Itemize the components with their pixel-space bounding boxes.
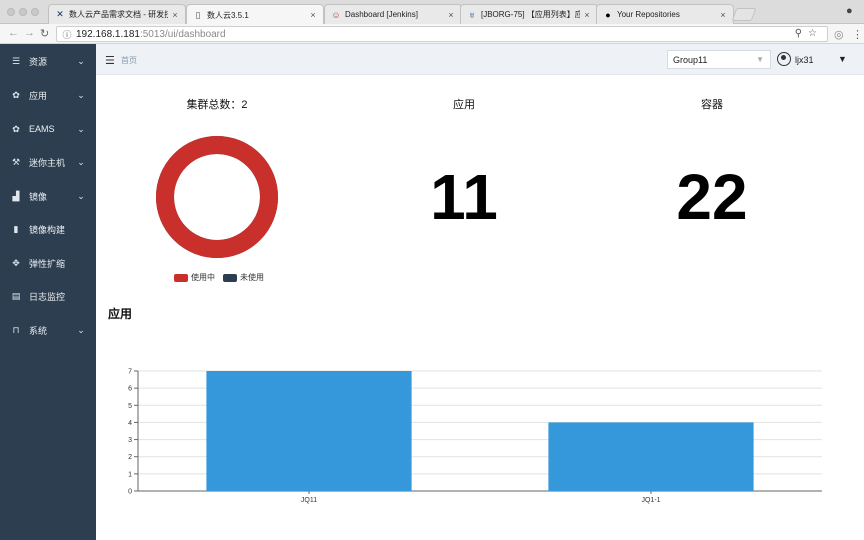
apps-bar-chart: 0 1 2 3 4 5 6 7 JQ11 JQ1-1 <box>128 369 822 504</box>
x-tick-label: JQ1-1 <box>641 497 660 504</box>
browser-tab-active[interactable]: ▯ 数人云3.5.1 × <box>186 4 324 25</box>
window-minimize-button[interactable] <box>19 8 27 16</box>
sidebar-item-images[interactable]: ▟ 镜像 ⌄ <box>0 181 96 211</box>
profile-icon[interactable]: ● <box>846 5 853 17</box>
chevron-down-icon: ⌄ <box>77 324 85 335</box>
key-icon[interactable]: ⚲ <box>795 28 808 39</box>
chevron-down-icon: ⌄ <box>77 55 85 66</box>
browser-tab-bar: ✕ 数人云产品需求文档 - 研发技术部 × ▯ 数人云3.5.1 × ☺ Das… <box>0 0 864 25</box>
window-close-button[interactable] <box>7 8 15 16</box>
sidebar-item-log-monitor[interactable]: ▤ 日志监控 <box>0 281 96 311</box>
cluster-count-title: 集群总数：2 <box>186 99 248 111</box>
chevron-down-icon: ⌄ <box>77 190 85 201</box>
browser-tab[interactable]: ☺ Dashboard [Jenkins] × <box>324 4 462 24</box>
container-stat-title: 容器 <box>701 99 723 111</box>
group-select[interactable]: Group11 ▼ <box>667 50 771 69</box>
close-tab-icon[interactable]: × <box>447 10 455 20</box>
github-icon: ● <box>605 9 611 20</box>
close-tab-icon[interactable]: × <box>583 10 591 20</box>
x-logo-icon: ✕ <box>56 9 64 19</box>
y-tick-label: 4 <box>128 420 132 427</box>
sidebar-item-image-build[interactable]: ▮ 镜像构建 <box>0 214 96 244</box>
browser-tab[interactable]: ♅ [JBORG-75] 【应用列表】应用 × <box>460 4 598 24</box>
sidebar-item-system[interactable]: ⊓ 系统 ⌄ <box>0 315 96 345</box>
apps-icon: ✿ <box>12 123 20 134</box>
app-count-value: 11 <box>430 161 498 233</box>
breadcrumb[interactable]: 首页 <box>121 55 137 66</box>
sidebar-item-apps[interactable]: ✿ 应用 ⌄ <box>0 80 96 110</box>
user-avatar-icon[interactable] <box>777 52 791 66</box>
arrows-icon: ✥ <box>12 257 20 268</box>
bar <box>206 371 412 491</box>
url-input[interactable]: ⓘ 192.168.1.181:5013/ui/dashboard ⚲☆ <box>56 26 828 42</box>
app-stat-title: 应用 <box>453 99 475 111</box>
apps-section-title: 应用 <box>108 307 133 321</box>
chart-icon: ▟ <box>12 190 20 201</box>
list-icon: ☰ <box>11 55 21 66</box>
sidebar: ☰ 资源 ⌄ ✿ 应用 ⌄ ✿ EAMS ⌄ ⚒ 迷你主机 ⌄ ▟ 镜像 ⌄ ▮… <box>0 44 96 540</box>
legend-swatch-unused <box>223 273 237 282</box>
y-tick-label: 7 <box>128 369 132 376</box>
chevron-down-icon: ⌄ <box>77 89 85 100</box>
sidebar-item-resources[interactable]: ☰ 资源 ⌄ <box>0 46 96 76</box>
browser-address-bar: ← → ↻ ⓘ 192.168.1.181:5013/ui/dashboard … <box>0 24 864 44</box>
jira-icon: ♅ <box>468 9 476 20</box>
forward-arrow-icon[interactable]: → <box>24 27 35 39</box>
browser-tab[interactable]: ✕ 数人云产品需求文档 - 研发技术部 × <box>48 4 186 24</box>
build-icon: ▮ <box>13 223 19 234</box>
username[interactable]: ljx31 <box>795 55 814 65</box>
bookmark-star-icon[interactable]: ☆ <box>808 28 823 39</box>
container-count-value: 22 <box>676 161 748 233</box>
menu-dots-icon[interactable]: ⋮ <box>852 28 863 41</box>
y-tick-label: 3 <box>128 437 132 444</box>
apps-icon: ✿ <box>12 89 20 100</box>
y-tick-label: 6 <box>128 386 132 393</box>
document-icon: ▯ <box>195 9 201 20</box>
chevron-down-icon: ⌄ <box>77 123 85 134</box>
info-icon[interactable]: ⓘ <box>61 28 73 41</box>
lock-icon: ⊓ <box>12 324 20 335</box>
user-menu-caret-icon[interactable]: ▼ <box>838 54 847 64</box>
y-tick-label: 2 <box>128 454 132 461</box>
sidebar-item-autoscale[interactable]: ✥ 弹性扩缩 <box>0 248 96 278</box>
x-tick-label: JQ11 <box>301 497 317 504</box>
caret-down-icon: ▼ <box>756 55 764 64</box>
y-tick-label: 1 <box>128 471 132 478</box>
window-zoom-button[interactable] <box>31 8 39 16</box>
jenkins-icon: ☺ <box>331 9 341 20</box>
sidebar-item-eams[interactable]: ✿ EAMS ⌄ <box>0 114 96 144</box>
log-icon: ▤ <box>11 290 21 301</box>
close-tab-icon[interactable]: × <box>171 10 179 20</box>
donut-in-use-arc <box>156 136 278 258</box>
extension-icon[interactable]: ◎ <box>834 28 844 41</box>
y-tick-label: 0 <box>128 489 132 496</box>
browser-tab[interactable]: ● Your Repositories × <box>596 4 734 24</box>
sidebar-item-mini-host[interactable]: ⚒ 迷你主机 ⌄ <box>0 147 96 177</box>
top-header: ☰ 首页 Group11 ▼ ljx31 ▼ <box>96 44 864 75</box>
close-tab-icon[interactable]: × <box>309 10 317 20</box>
chevron-down-icon: ⌄ <box>77 156 85 167</box>
legend-swatch-in-use <box>174 273 188 282</box>
cluster-donut-chart <box>156 136 278 258</box>
close-tab-icon[interactable]: × <box>719 10 727 20</box>
y-tick-label: 5 <box>128 403 132 410</box>
host-icon: ⚒ <box>11 156 21 167</box>
reload-icon[interactable]: ↻ <box>40 27 49 40</box>
new-tab-button[interactable] <box>731 8 757 21</box>
hamburger-menu-icon[interactable]: ☰ <box>105 54 115 67</box>
donut-legend: 使用中 未使用 <box>174 272 272 283</box>
back-arrow-icon[interactable]: ← <box>8 27 19 39</box>
bar <box>548 422 754 491</box>
